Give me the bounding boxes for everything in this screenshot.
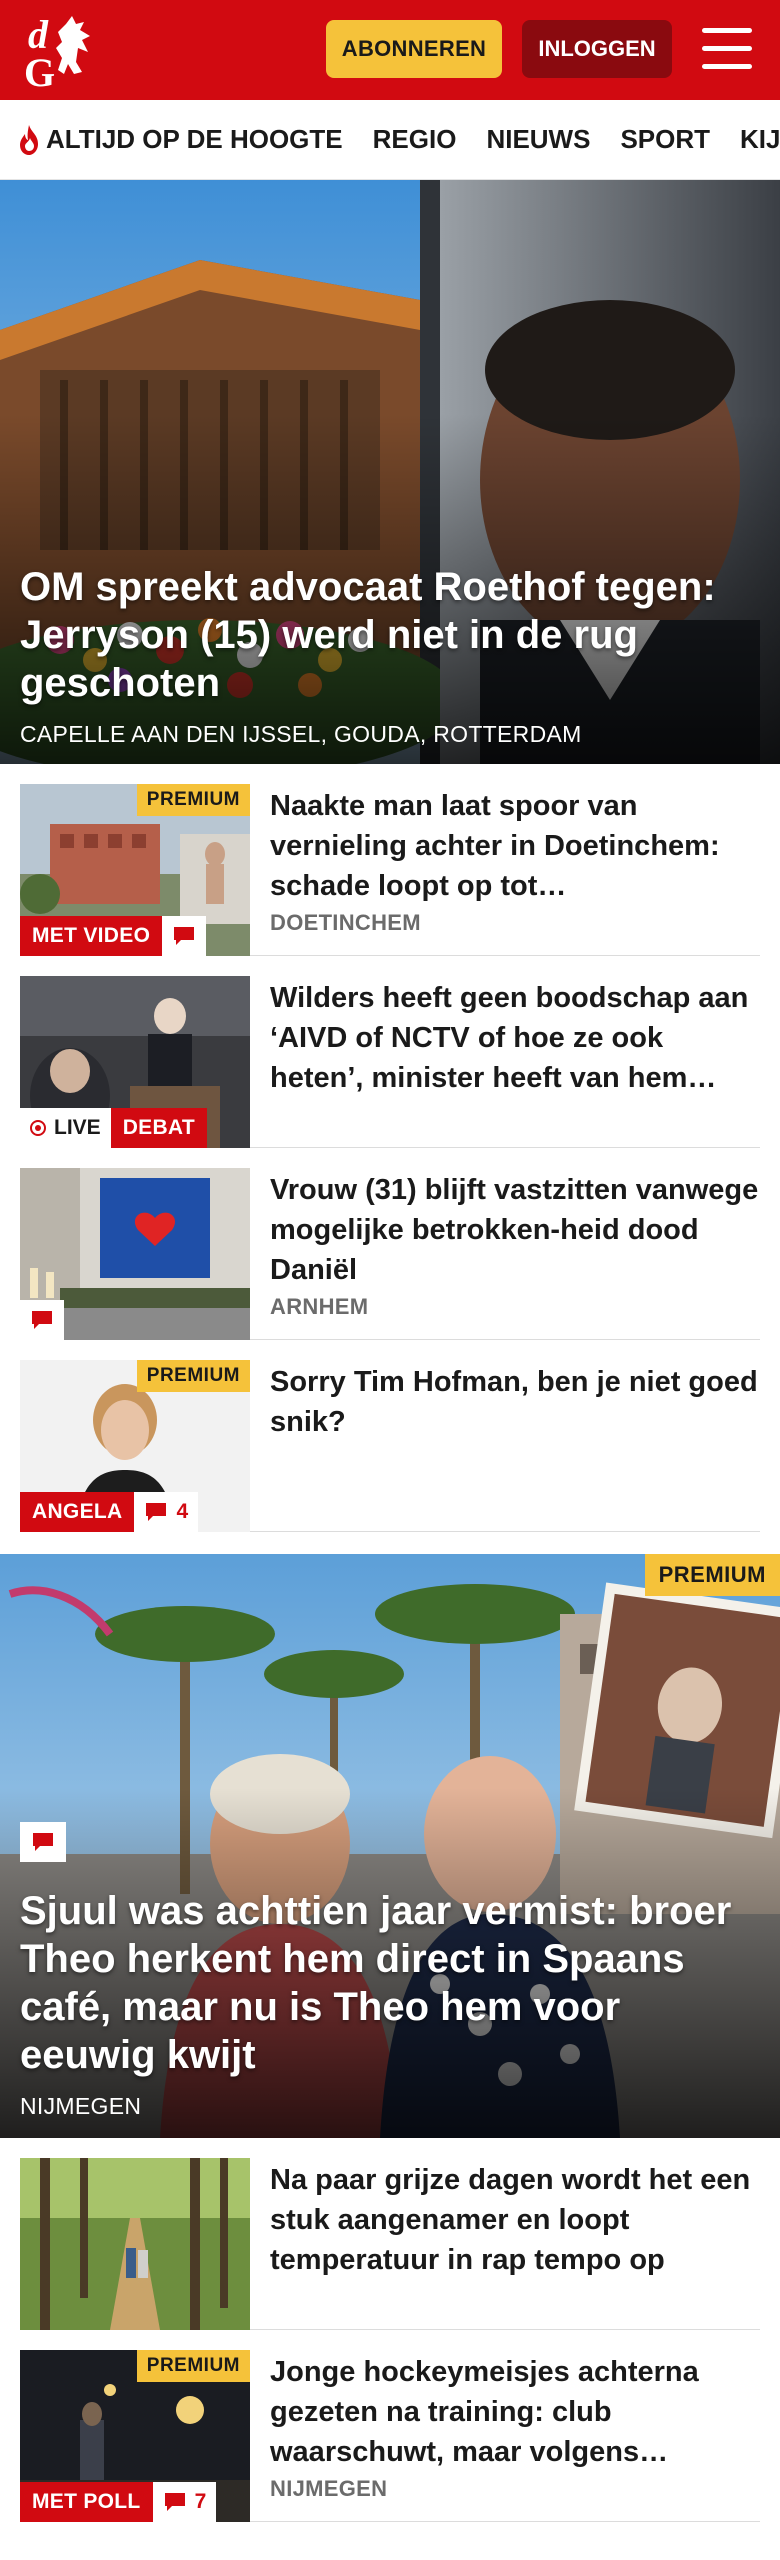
- list-item[interactable]: LIVE DEBAT Wilders heeft geen boodschap …: [20, 956, 760, 1148]
- comment-icon: [174, 927, 195, 945]
- premium-badge: PREMIUM: [136, 784, 250, 816]
- nav-item-label: NIEUWS: [486, 124, 591, 154]
- live-dot-icon: [30, 1120, 46, 1136]
- article-text: Vrouw (31) blijft vastzitten vanwege mog…: [270, 1168, 760, 1339]
- nav-item-label: REGIO: [372, 124, 457, 154]
- list-item[interactable]: Vrouw (31) blijft vastzitten vanwege mog…: [20, 1148, 760, 1340]
- list-item[interactable]: PREMIUM MET VIDEO Naakte man laat spoor …: [20, 764, 760, 956]
- article-thumbnail[interactable]: [20, 2158, 250, 2330]
- tag-row: [20, 1300, 64, 1340]
- feature-article[interactable]: PREMIUM Sjuul was achttien jaar vermist:…: [0, 1554, 780, 2138]
- comment-icon: [164, 2493, 185, 2511]
- live-label: LIVE: [54, 1116, 101, 1139]
- hero-location: CAPELLE AAN DEN IJSSEL, GOUDA, ROTTERDAM: [20, 721, 582, 747]
- svg-text:G: G: [24, 50, 55, 90]
- tag-row: MET VIDEO: [20, 916, 207, 956]
- comment-badge[interactable]: [20, 1300, 64, 1340]
- article-thumbnail[interactable]: [20, 1168, 250, 1340]
- comment-badge[interactable]: 7: [152, 2482, 217, 2522]
- premium-badge: PREMIUM: [136, 1360, 250, 1392]
- feature-location: NIJMEGEN: [20, 2093, 142, 2119]
- nav-item-sport[interactable]: SPORT: [620, 124, 710, 155]
- article-text: Jonge hockeymeisjes achterna gezeten na …: [270, 2350, 760, 2521]
- nav-item-nieuws[interactable]: NIEUWS: [486, 124, 590, 155]
- nav-item-label: KIJK: [740, 124, 780, 154]
- comment-icon: [146, 1503, 167, 1521]
- live-tag: LIVE: [20, 1108, 111, 1148]
- article-text: Wilders heeft geen boodschap aan ‘AIVD o…: [270, 976, 760, 1147]
- premium-badge: PREMIUM: [136, 2350, 250, 2382]
- tag-row: MET POLL 7: [20, 2482, 217, 2522]
- article-title[interactable]: Naakte man laat spoor van vernieling ach…: [270, 786, 760, 906]
- list-item[interactable]: Na paar grijze dagen wordt het een stuk …: [20, 2138, 760, 2330]
- article-title[interactable]: Jonge hockeymeisjes achterna gezeten na …: [270, 2352, 760, 2472]
- comment-icon: [32, 1311, 52, 1329]
- tag-row: LIVE DEBAT: [20, 1108, 207, 1148]
- article-title[interactable]: Vrouw (31) blijft vastzitten vanwege mog…: [270, 1170, 760, 1290]
- article-thumbnail[interactable]: LIVE DEBAT: [20, 976, 250, 1148]
- feature-title[interactable]: Sjuul was achttien jaar vermist: broer T…: [20, 1887, 760, 2079]
- thumbnail-image: [20, 2158, 250, 2330]
- nav-item-altijd-op-de-hoogte[interactable]: ALTIJD OP DE HOOGTE: [16, 124, 343, 156]
- poll-tag: MET POLL: [20, 2482, 153, 2522]
- author-tag: ANGELA: [20, 1492, 135, 1532]
- comment-badge[interactable]: [20, 1822, 66, 1862]
- comment-badge[interactable]: 4: [134, 1492, 199, 1532]
- article-thumbnail[interactable]: PREMIUM MET VIDEO: [20, 784, 250, 956]
- hero-title[interactable]: OM spreekt advocaat Roethof tegen: Jerry…: [20, 563, 760, 707]
- article-text: Na paar grijze dagen wordt het een stuk …: [270, 2158, 760, 2329]
- article-title[interactable]: Sorry Tim Hofman, ben je niet goed snik?: [270, 1362, 760, 1442]
- hamburger-icon[interactable]: [702, 28, 752, 70]
- comment-count: 7: [194, 2490, 207, 2513]
- premium-badge: PREMIUM: [644, 1554, 780, 1596]
- site-logo[interactable]: d G: [20, 10, 120, 90]
- article-location: NIJMEGEN: [270, 2476, 388, 2501]
- nav-item-regio[interactable]: REGIO: [373, 124, 457, 155]
- list-item[interactable]: PREMIUM ANGELA 4 Sorry Tim Hofman, ben j…: [20, 1340, 760, 1532]
- nav-item-label: ALTIJD OP DE HOOGTE: [46, 124, 343, 154]
- comment-icon: [33, 1833, 53, 1851]
- login-button[interactable]: INLOGGEN: [522, 20, 672, 78]
- top-bar: d G ABONNEREN INLOGGEN: [0, 0, 780, 100]
- article-title[interactable]: Na paar grijze dagen wordt het een stuk …: [270, 2160, 760, 2280]
- article-thumbnail[interactable]: PREMIUM MET POLL 7: [20, 2350, 250, 2522]
- flame-icon: [20, 124, 38, 155]
- article-title[interactable]: Wilders heeft geen boodschap aan ‘AIVD o…: [270, 978, 760, 1098]
- hero-text: OM spreekt advocaat Roethof tegen: Jerry…: [20, 563, 760, 748]
- video-tag: MET VIDEO: [20, 916, 163, 956]
- nav-item-kijk[interactable]: KIJK: [740, 124, 780, 155]
- feature-text: Sjuul was achttien jaar vermist: broer T…: [20, 1887, 760, 2120]
- logo-icon: d G: [24, 12, 90, 90]
- comment-count: 4: [176, 1500, 189, 1523]
- nav-item-label: SPORT: [620, 124, 711, 154]
- article-text: Sorry Tim Hofman, ben je niet goed snik?: [270, 1360, 760, 1531]
- hero-article[interactable]: OM spreekt advocaat Roethof tegen: Jerry…: [0, 180, 780, 764]
- article-location: DOETINCHEM: [270, 910, 421, 935]
- debat-tag: DEBAT: [110, 1108, 207, 1148]
- article-location: ARNHEM: [270, 1294, 369, 1319]
- tag-row: ANGELA 4: [20, 1492, 199, 1532]
- article-text: Naakte man laat spoor van vernieling ach…: [270, 784, 760, 955]
- list-item[interactable]: PREMIUM MET POLL 7 Jonge hockeymeisjes a…: [20, 2330, 760, 2522]
- section-nav: ALTIJD OP DE HOOGTE REGIO NIEUWS SPORT K…: [0, 100, 780, 180]
- subscribe-button[interactable]: ABONNEREN: [326, 20, 502, 78]
- article-thumbnail[interactable]: PREMIUM ANGELA 4: [20, 1360, 250, 1532]
- comment-badge[interactable]: [162, 916, 207, 956]
